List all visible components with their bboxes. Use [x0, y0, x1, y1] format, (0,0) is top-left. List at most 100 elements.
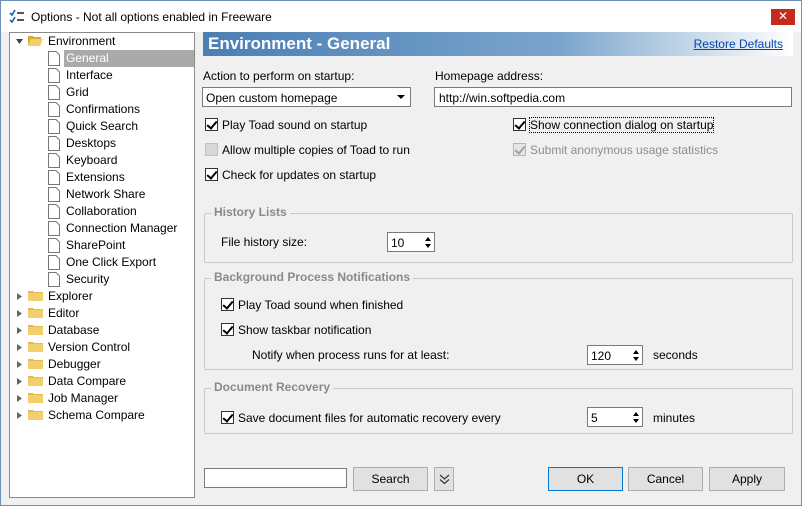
- tree-item-database[interactable]: Database: [10, 322, 194, 339]
- save-recovery-value: 5: [591, 411, 598, 425]
- expand-arrow-icon[interactable]: [15, 394, 24, 403]
- anonymous-stats-checkbox[interactable]: [513, 143, 526, 156]
- expand-arrow-icon[interactable]: [15, 326, 24, 335]
- tree-item-collaboration[interactable]: Collaboration: [10, 203, 194, 220]
- notify-duration-value: 120: [591, 349, 612, 363]
- page-icon: [48, 68, 60, 83]
- tree-item-interface[interactable]: Interface: [10, 67, 194, 84]
- anonymous-stats-label: Submit anonymous usage statistics: [530, 143, 719, 157]
- homepage-input[interactable]: http://win.softpedia.com: [434, 87, 792, 107]
- page-icon: [48, 272, 60, 287]
- folder-icon: [28, 291, 43, 301]
- tree-item-extensions[interactable]: Extensions: [10, 169, 194, 186]
- collapse-arrow-icon[interactable]: [15, 37, 24, 46]
- tree-item-keyboard[interactable]: Keyboard: [10, 152, 194, 169]
- spin-up-icon[interactable]: [633, 412, 639, 416]
- homepage-value: http://win.softpedia.com: [439, 91, 566, 105]
- show-connection-dialog-checkbox[interactable]: [513, 118, 526, 131]
- page-icon: [48, 119, 60, 134]
- folder-icon: [28, 325, 43, 335]
- tree-item-environment[interactable]: Environment: [10, 33, 194, 50]
- cancel-button[interactable]: Cancel: [628, 467, 703, 491]
- startup-action-select[interactable]: Open custom homepage: [202, 87, 411, 107]
- expand-arrow-icon[interactable]: [15, 343, 24, 352]
- expand-arrow-icon[interactable]: [15, 360, 24, 369]
- spin-down-icon[interactable]: [633, 419, 639, 423]
- tree-item-editor[interactable]: Editor: [10, 305, 194, 322]
- check-updates-checkbox[interactable]: [205, 168, 218, 181]
- tree-label: Network Share: [66, 187, 146, 201]
- spin-down-icon[interactable]: [425, 244, 431, 248]
- tree-item-grid[interactable]: Grid: [10, 84, 194, 101]
- multiple-copies-checkbox[interactable]: [205, 143, 218, 156]
- taskbar-notification-checkbox[interactable]: [221, 323, 234, 336]
- notify-unit-label: seconds: [653, 348, 698, 362]
- tree-item-one-click-export[interactable]: One Click Export: [10, 254, 194, 271]
- play-sound-finished-checkbox[interactable]: [221, 298, 234, 311]
- multiple-copies-label: Allow multiple copies of Toad to run: [222, 143, 410, 157]
- tree-item-quick-search[interactable]: Quick Search: [10, 118, 194, 135]
- tree-item-connection-manager[interactable]: Connection Manager: [10, 220, 194, 237]
- restore-defaults-link[interactable]: Restore Defaults: [694, 37, 783, 51]
- page-icon: [48, 187, 60, 202]
- tree-item-debugger[interactable]: Debugger: [10, 356, 194, 373]
- check-updates-label: Check for updates on startup: [222, 168, 377, 182]
- folder-icon: [28, 410, 43, 420]
- play-sound-startup-checkbox[interactable]: [205, 118, 218, 131]
- tree-item-schema-compare[interactable]: Schema Compare: [10, 407, 194, 424]
- tree-item-network-share[interactable]: Network Share: [10, 186, 194, 203]
- tree-item-general[interactable]: General: [10, 50, 194, 67]
- apply-button[interactable]: Apply: [709, 467, 785, 491]
- tree-label: Desktops: [66, 136, 117, 150]
- search-button[interactable]: Search: [353, 467, 428, 491]
- options-tree[interactable]: Environment General Interface Grid Confi…: [9, 32, 195, 498]
- tree-item-desktops[interactable]: Desktops: [10, 135, 194, 152]
- tree-label: Grid: [66, 85, 89, 99]
- tree-label: Keyboard: [66, 153, 118, 167]
- spin-down-icon[interactable]: [633, 357, 639, 361]
- tree-item-version-control[interactable]: Version Control: [10, 339, 194, 356]
- tree-item-explorer[interactable]: Explorer: [10, 288, 194, 305]
- tree-item-confirmations[interactable]: Confirmations: [10, 101, 194, 118]
- expand-options-button[interactable]: [434, 467, 454, 491]
- play-sound-startup-label: Play Toad sound on startup: [222, 118, 368, 132]
- tree-label: Environment: [48, 34, 116, 48]
- save-recovery-unit: minutes: [653, 411, 696, 425]
- save-recovery-checkbox[interactable]: [221, 411, 234, 424]
- options-window: Options - Not all options enabled in Fre…: [0, 0, 802, 506]
- folder-icon: [28, 393, 43, 403]
- options-checklist-icon: [9, 9, 24, 24]
- tree-item-data-compare[interactable]: Data Compare: [10, 373, 194, 390]
- file-history-label: File history size:: [221, 235, 308, 249]
- tree-label: Quick Search: [66, 119, 139, 133]
- file-history-spinner[interactable]: 10: [387, 232, 435, 252]
- notify-duration-spinner[interactable]: 120: [587, 345, 643, 365]
- title-bar: Options - Not all options enabled in Fre…: [1, 1, 801, 32]
- expand-arrow-icon[interactable]: [15, 411, 24, 420]
- spin-up-icon[interactable]: [633, 350, 639, 354]
- page-icon: [48, 153, 60, 168]
- tree-label: Connection Manager: [66, 221, 178, 235]
- tree-item-sharepoint[interactable]: SharePoint: [10, 237, 194, 254]
- page-icon: [48, 221, 60, 236]
- tree-label: Interface: [66, 68, 113, 82]
- notify-duration-label: Notify when process runs for at least:: [252, 348, 450, 362]
- tree-item-security[interactable]: Security: [10, 271, 194, 288]
- close-button[interactable]: ✕: [771, 9, 795, 25]
- expand-arrow-icon[interactable]: [15, 309, 24, 318]
- expand-arrow-icon[interactable]: [15, 377, 24, 386]
- tree-label: Security: [66, 272, 110, 286]
- startup-action-value: Open custom homepage: [206, 91, 338, 105]
- expand-arrow-icon[interactable]: [15, 292, 24, 301]
- page-icon: [48, 204, 60, 219]
- search-input[interactable]: [204, 468, 347, 488]
- spin-up-icon[interactable]: [425, 237, 431, 241]
- tree-label: Version Control: [48, 340, 131, 354]
- tree-item-job-manager[interactable]: Job Manager: [10, 390, 194, 407]
- startup-action-label: Action to perform on startup:: [203, 69, 355, 83]
- file-history-value: 10: [391, 236, 405, 250]
- ok-button[interactable]: OK: [548, 467, 623, 491]
- tree-label: Schema Compare: [48, 408, 145, 422]
- save-recovery-spinner[interactable]: 5: [587, 407, 643, 427]
- folder-icon: [28, 359, 43, 369]
